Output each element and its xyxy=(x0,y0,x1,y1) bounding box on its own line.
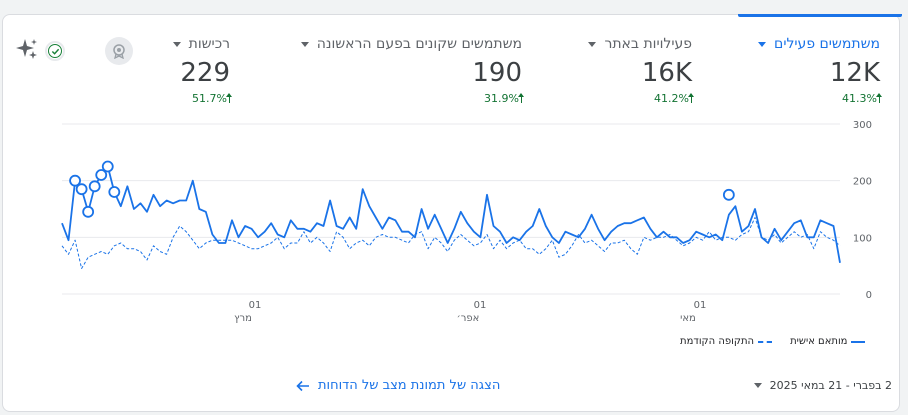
metric-site-activities-change-value: 41.2% xyxy=(654,92,689,105)
line-chart: 300 200 100 0 01 מרץ 01 אפר׳ 01 מאי xyxy=(61,120,872,324)
chevron-down-icon xyxy=(588,41,597,47)
active-tab-indicator xyxy=(738,14,902,17)
series-line-previous xyxy=(61,217,841,269)
x-tick-day: 01 xyxy=(474,300,487,311)
legend-item-previous: התקופה הקודמת xyxy=(680,336,773,347)
x-tick-month: מרץ xyxy=(234,313,252,324)
metric-first-time-buyers[interactable]: משתמשים שקונים בפעם הראשונה 190 31.9% xyxy=(300,36,524,105)
metric-active-users-value: 12K xyxy=(829,58,880,88)
legend-label-previous: התקופה הקודמת xyxy=(680,336,755,347)
metric-first-time-buyers-change: 31.9% xyxy=(301,92,524,105)
metric-purchases-change-value: 51.7% xyxy=(192,92,227,105)
reports-snapshot-link[interactable]: הצגה של תמונת מצב של הדוחות xyxy=(296,378,500,393)
y-tick-label: 0 xyxy=(866,290,872,301)
metric-first-time-buyers-change-value: 31.9% xyxy=(484,92,519,105)
x-tick-month: אפר׳ xyxy=(457,313,480,324)
check-circle-inner xyxy=(48,44,62,58)
metric-purchases-label: רכישות xyxy=(188,36,230,52)
legend-label-current: מותאם אישית xyxy=(790,336,848,347)
arrow-up-icon xyxy=(876,93,882,103)
chevron-down-icon xyxy=(753,383,762,388)
x-tick-day: 01 xyxy=(249,300,262,311)
arrow-up-icon xyxy=(518,93,524,103)
legend-swatch-solid xyxy=(851,340,866,343)
anomaly-marker xyxy=(101,160,114,173)
anomaly-marker xyxy=(88,180,101,193)
chevron-down-icon xyxy=(758,41,767,47)
x-tick-month: מאי xyxy=(680,313,696,324)
metric-site-activities-label: פעילויות באתר xyxy=(604,36,692,52)
metric-purchases-header[interactable]: רכישות xyxy=(172,36,230,52)
arrow-up-icon xyxy=(688,93,694,103)
check-circle-icon[interactable] xyxy=(45,41,65,61)
anomaly-marker xyxy=(722,188,735,201)
metric-active-users-header[interactable]: משתמשים פעילים xyxy=(758,36,880,52)
metric-purchases-change: 51.7% xyxy=(173,92,232,105)
legend-swatch-dashed xyxy=(758,340,773,343)
metric-site-activities-change: 41.2% xyxy=(588,92,694,105)
metric-site-activities[interactable]: פעילויות באתר 16K 41.2% xyxy=(588,36,694,105)
x-tick-day: 01 xyxy=(694,300,707,311)
date-range-label: 2 בפברי - 21 במאי 2025 xyxy=(769,379,892,392)
y-tick-label: 200 xyxy=(853,177,872,188)
metric-active-users[interactable]: משתמשים פעילים 12K 41.3% xyxy=(758,36,882,105)
y-tick-label: 300 xyxy=(853,120,872,131)
sparkle-icon[interactable] xyxy=(15,37,39,61)
chevron-down-icon xyxy=(172,41,181,47)
metric-active-users-label: משתמשים פעילים xyxy=(774,36,880,52)
metric-active-users-change-value: 41.3% xyxy=(842,92,877,105)
metric-first-time-buyers-header[interactable]: משתמשים שקונים בפעם הראשונה xyxy=(300,36,522,52)
anomaly-marker xyxy=(108,186,121,198)
anomaly-marker xyxy=(75,183,88,196)
legend-item-current: מותאם אישית xyxy=(790,336,866,347)
arrow-up-icon xyxy=(226,93,232,103)
y-tick-label: 100 xyxy=(853,233,872,244)
anomaly-marker xyxy=(82,205,95,218)
arrow-left-icon xyxy=(296,380,309,391)
metric-purchases[interactable]: רכישות 229 51.7% xyxy=(172,36,232,105)
chart-legend: מותאם אישית התקופה הקודמת xyxy=(680,336,866,347)
reports-snapshot-link-label: הצגה של תמונת מצב של הדוחות xyxy=(318,378,501,393)
metric-first-time-buyers-value: 190 xyxy=(472,58,522,88)
metric-active-users-change: 41.3% xyxy=(758,92,882,105)
date-range-selector[interactable]: 2 בפברי - 21 במאי 2025 xyxy=(753,379,892,392)
chevron-down-icon xyxy=(300,41,309,47)
metric-site-activities-value: 16K xyxy=(641,58,692,88)
achievement-badge-icon[interactable] xyxy=(105,37,133,65)
metric-first-time-buyers-label: משתמשים שקונים בפעם הראשונה xyxy=(316,36,522,52)
metric-site-activities-header[interactable]: פעילויות באתר xyxy=(588,36,692,52)
metric-purchases-value: 229 xyxy=(180,58,230,88)
